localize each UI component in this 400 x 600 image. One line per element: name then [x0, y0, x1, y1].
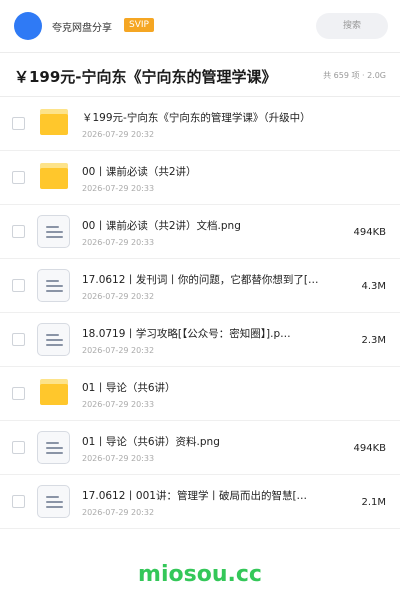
file-name: 17.0612丨001讲：管理学丨破局而出的智慧[… — [82, 490, 308, 502]
file-row[interactable]: 17.0612丨发刊词丨你的问题，它都替你想到了[… 2026-07-29 20:… — [0, 259, 400, 313]
file-name: 01丨导论（共6讲）资料.png — [82, 436, 220, 448]
file-date: 2026-07-29 20:32 — [82, 292, 155, 301]
search-placeholder: 搜索 — [342, 21, 361, 31]
file-row[interactable]: 17.0612丨001讲：管理学丨破局而出的智慧[… 2026-07-29 20:… — [0, 475, 400, 529]
select-checkbox[interactable] — [12, 387, 25, 400]
file-row[interactable]: 18.0719丨学习攻略[【公众号：密知圈】].p… 2026-07-29 20:… — [0, 313, 400, 367]
svip-badge: SVIP — [124, 18, 154, 32]
file-size: 494KB — [353, 443, 386, 454]
document-icon — [37, 431, 70, 464]
watermark: miosou.cc — [138, 562, 262, 587]
item-count: 共 659 项 · 2.0G — [323, 71, 386, 80]
file-row[interactable]: 00丨课前必读（共2讲） 2026-07-29 20:33 — [0, 151, 400, 205]
share-header: ￥199元-宁向东《宁向东的管理学课》 共 659 项 · 2.0G — [0, 53, 400, 97]
select-checkbox[interactable] — [12, 171, 25, 184]
file-name: 01丨导论（共6讲） — [82, 382, 176, 394]
file-name: ￥199元-宁向东《宁向东的管理学课》（升级中） — [82, 112, 311, 124]
file-size: 2.3M — [361, 335, 386, 346]
file-date: 2026-07-29 20:32 — [82, 130, 155, 139]
site-name: 夸克网盘分享 — [52, 23, 112, 34]
search-input[interactable]: 搜索 — [316, 13, 388, 39]
file-date: 2026-07-29 20:33 — [82, 184, 155, 193]
file-row[interactable]: 01丨导论（共6讲） 2026-07-29 20:33 — [0, 367, 400, 421]
file-name: 17.0612丨发刊词丨你的问题，它都替你想到了[… — [82, 274, 319, 286]
file-row[interactable]: 01丨导论（共6讲）资料.png 2026-07-29 20:33 494KB — [0, 421, 400, 475]
document-icon — [37, 323, 70, 356]
folder-icon — [40, 379, 68, 405]
file-name: 00丨课前必读（共2讲）文档.png — [82, 220, 241, 232]
folder-icon — [40, 163, 68, 189]
file-size: 4.3M — [361, 281, 386, 292]
top-bar: 夸克网盘分享 SVIP 搜索 — [0, 0, 400, 52]
file-name: 00丨课前必读（共2讲） — [82, 166, 197, 178]
file-date: 2026-07-29 20:33 — [82, 400, 155, 409]
file-date: 2026-07-29 20:33 — [82, 238, 155, 247]
select-checkbox[interactable] — [12, 117, 25, 130]
page-title: ￥199元-宁向东《宁向东的管理学课》 — [14, 68, 277, 86]
file-size: 494KB — [353, 227, 386, 238]
file-row[interactable]: 00丨课前必读（共2讲）文档.png 2026-07-29 20:33 494KB — [0, 205, 400, 259]
file-name: 18.0719丨学习攻略[【公众号：密知圈】].p… — [82, 328, 291, 340]
select-checkbox[interactable] — [12, 441, 25, 454]
file-list: ￥199元-宁向东《宁向东的管理学课》（升级中） 2026-07-29 20:32… — [0, 97, 400, 529]
select-checkbox[interactable] — [12, 333, 25, 346]
document-icon — [37, 269, 70, 302]
file-date: 2026-07-29 20:32 — [82, 508, 155, 517]
document-icon — [37, 215, 70, 248]
file-size: 2.1M — [361, 497, 386, 508]
file-row[interactable]: ￥199元-宁向东《宁向东的管理学课》（升级中） 2026-07-29 20:32 — [0, 97, 400, 151]
folder-icon — [40, 109, 68, 135]
document-icon — [37, 485, 70, 518]
select-checkbox[interactable] — [12, 225, 25, 238]
select-checkbox[interactable] — [12, 279, 25, 292]
file-date: 2026-07-29 20:33 — [82, 454, 155, 463]
file-date: 2026-07-29 20:32 — [82, 346, 155, 355]
avatar[interactable] — [14, 12, 42, 40]
select-checkbox[interactable] — [12, 495, 25, 508]
